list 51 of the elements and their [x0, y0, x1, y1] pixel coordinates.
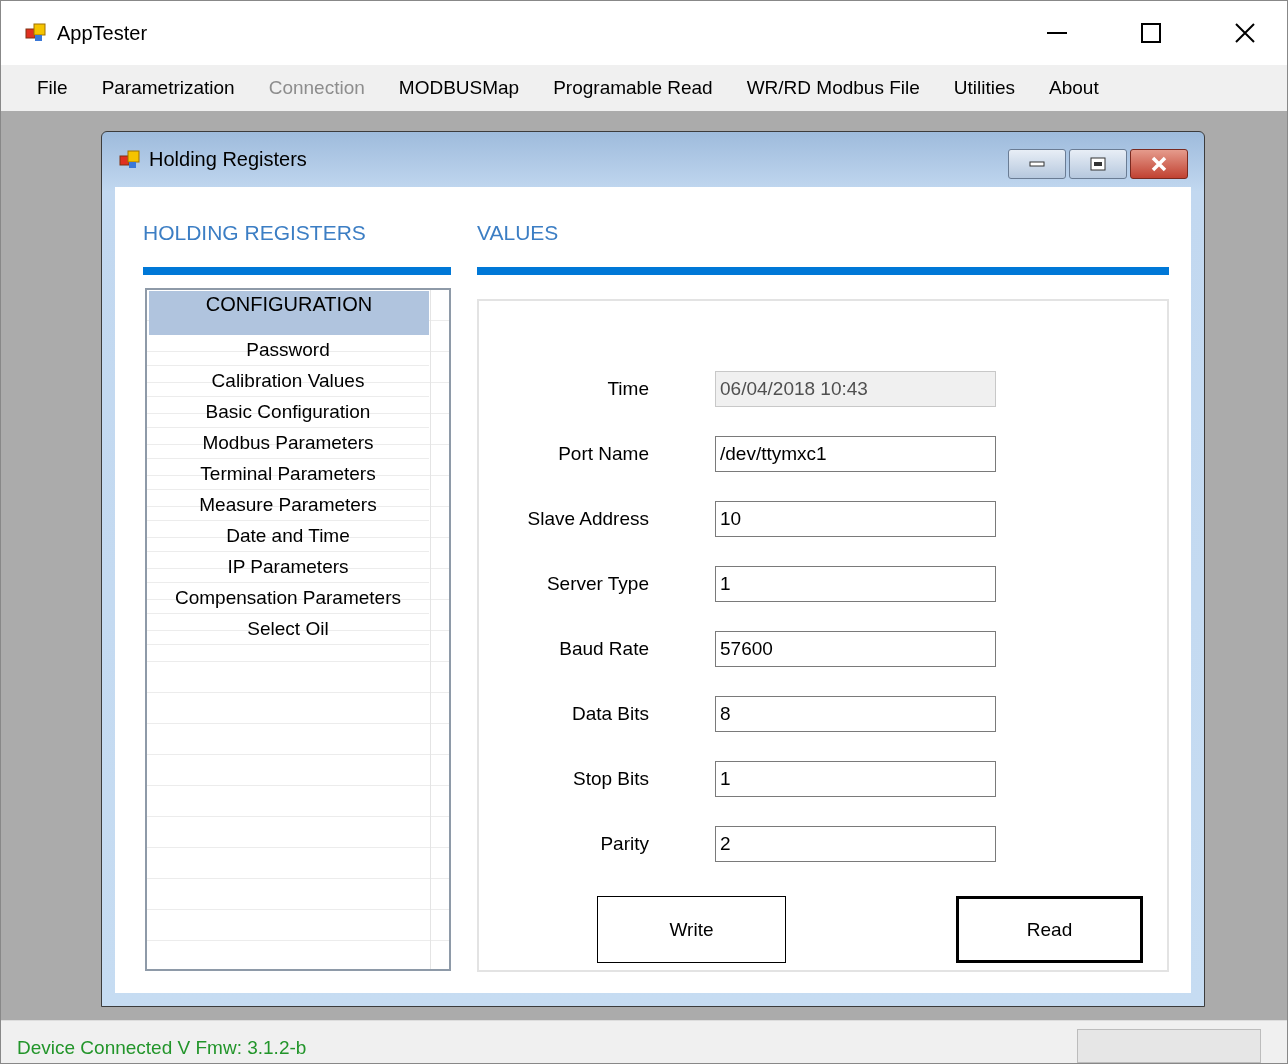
section-heading: HOLDING REGISTERS: [143, 221, 367, 246]
field-label: Slave Address: [526, 507, 650, 530]
input-field[interactable]: 8: [715, 695, 996, 732]
field-label: Parity: [599, 832, 650, 855]
close-icon: [1150, 155, 1168, 172]
input-field[interactable]: 2: [715, 825, 996, 862]
menu-item[interactable]: Utilities: [939, 69, 1030, 107]
section-heading: VALUES: [477, 221, 560, 246]
list-item[interactable]: Date and Time: [147, 521, 429, 552]
status-text: Device Connected V Fmw: 3.1.2-b: [17, 1036, 308, 1059]
input-field[interactable]: 10: [715, 500, 996, 537]
window-title: AppTester: [57, 21, 149, 45]
field-label: Server Type: [545, 572, 650, 595]
restore-icon: [1090, 156, 1106, 171]
list-header: CONFIGURATION: [149, 291, 429, 335]
list-item[interactable]: Terminal Parameters: [147, 459, 429, 490]
list-item[interactable]: IP Parameters: [147, 552, 429, 583]
list-item[interactable]: Modbus Parameters: [147, 428, 429, 459]
list-item[interactable]: Password: [147, 335, 429, 366]
write-button[interactable]: Write: [597, 896, 786, 963]
restore-button[interactable]: [1069, 148, 1127, 179]
list-item[interactable]: Compensation Parameters: [147, 583, 429, 614]
minimize-icon: [1029, 160, 1045, 167]
child-window-title: Holding Registers: [149, 148, 308, 171]
menu-item[interactable]: About: [1035, 69, 1113, 107]
close-button[interactable]: [1130, 148, 1188, 179]
list-item[interactable]: Select Oil: [147, 614, 429, 645]
menu-item[interactable]: MODBUSMap: [384, 69, 534, 107]
menu-item[interactable]: Parametrization: [87, 69, 249, 107]
list-item[interactable]: Basic Configuration: [147, 397, 429, 428]
input-field[interactable]: 1: [715, 760, 996, 797]
minimize-icon: [1047, 32, 1067, 34]
window-icon: [119, 149, 141, 170]
input-field[interactable]: 1: [715, 565, 996, 602]
menu-item[interactable]: File: [23, 69, 82, 107]
menu-item[interactable]: WR/RD Modbus File: [732, 69, 934, 107]
field-label: Stop Bits: [571, 767, 650, 790]
maximize-icon: [1141, 23, 1161, 43]
menu-item[interactable]: Programable Read: [539, 69, 727, 107]
input-field[interactable]: 57600: [715, 630, 996, 667]
list-item[interactable]: Measure Parameters: [147, 490, 429, 521]
read-button[interactable]: Read: [956, 896, 1143, 963]
field-label: Baud Rate: [558, 637, 650, 660]
minimize-button[interactable]: [1008, 148, 1066, 179]
input-field[interactable]: /dev/ttymxc1: [715, 435, 996, 472]
list-item[interactable]: Calibration Values: [147, 366, 429, 397]
field-label: Time: [606, 377, 650, 400]
close-icon: [1235, 23, 1255, 43]
field-label: Data Bits: [570, 702, 650, 725]
app-icon: [25, 23, 47, 43]
field-label: Port Name: [557, 442, 650, 465]
